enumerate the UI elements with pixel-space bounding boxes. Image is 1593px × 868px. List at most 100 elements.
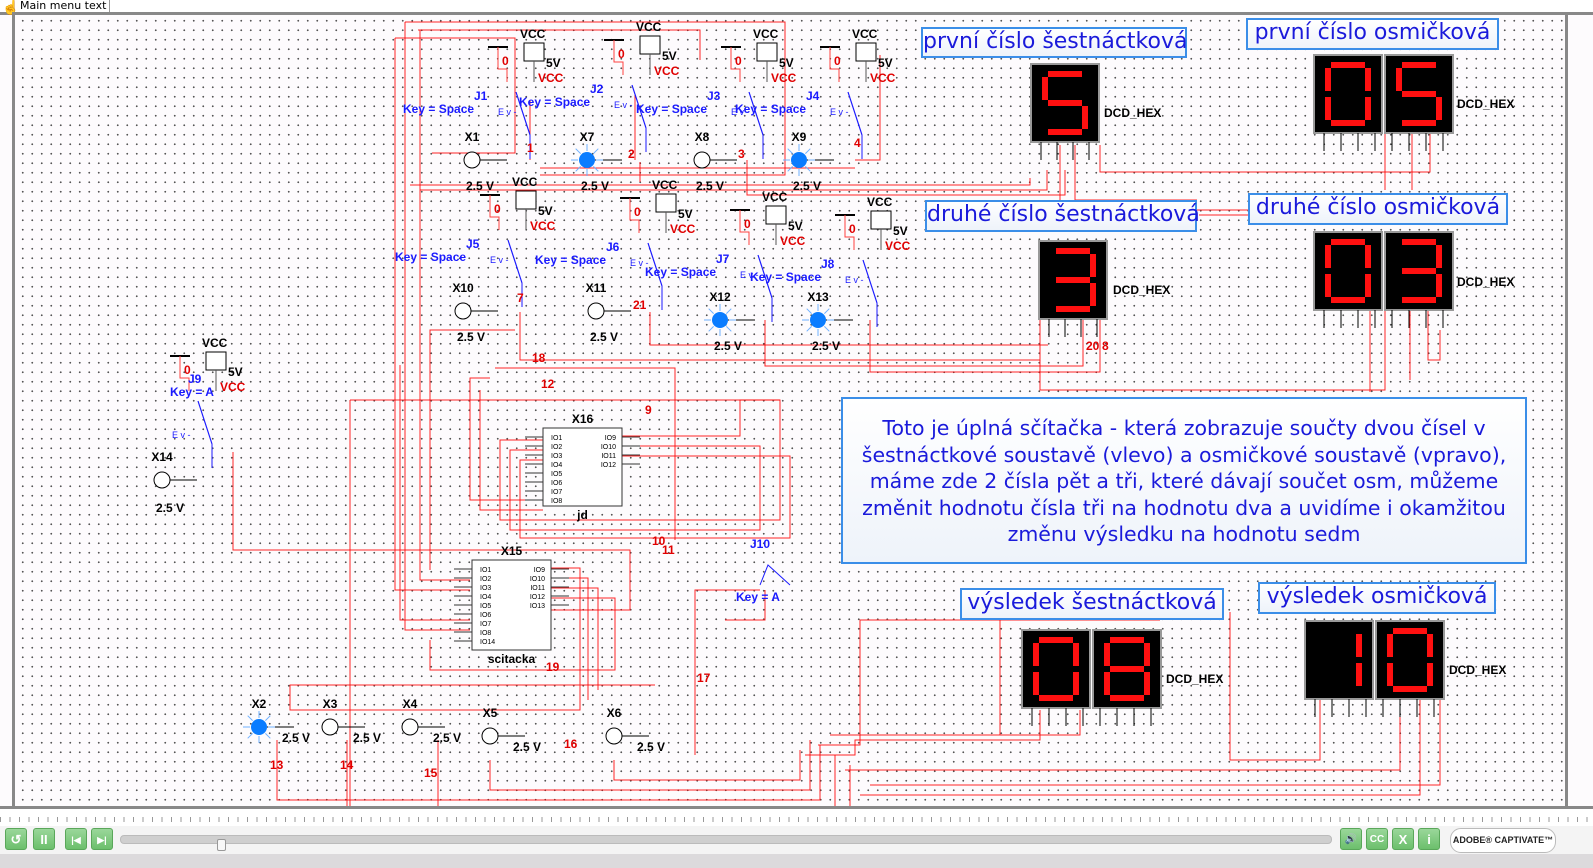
switch-blade — [197, 400, 213, 445]
probe-icon — [401, 718, 419, 736]
switch-key-label: Key = A — [170, 385, 214, 399]
pin-label: IO10 — [530, 576, 545, 583]
probe-x4[interactable]: X4 2.5 V — [401, 697, 461, 745]
net-label: 12 — [541, 377, 555, 391]
description-box: Toto je úplná sčítačka - která zobrazuje… — [841, 397, 1527, 564]
label-oct-result: výsledek osmičková — [1258, 582, 1496, 614]
probe-id: X10 — [452, 281, 474, 295]
info-button[interactable]: i — [1418, 828, 1440, 850]
chip-x15[interactable]: X15 scitacka IO1 IO2 IO3 IO4 IO5 IO6 IO7 IO8 IO14 I… — [454, 544, 569, 666]
probe-voltage: 2.5 V — [590, 330, 618, 344]
forward-button[interactable]: ▶| — [91, 828, 113, 850]
glow-ray — [787, 148, 793, 154]
probe-x3[interactable]: X3 2.5 V — [321, 697, 381, 745]
probe-x14[interactable]: X14 2.5 V — [151, 450, 197, 515]
voltage-label: 5V — [662, 49, 677, 63]
switch-mark: E v - — [498, 107, 517, 117]
ground-net-label: 0 — [494, 202, 501, 216]
wire — [399, 365, 470, 621]
progress-thumb[interactable] — [217, 839, 226, 851]
probe-id: X9 — [792, 130, 807, 144]
wire — [551, 587, 599, 690]
wire — [805, 710, 1041, 756]
cc-button[interactable]: CC — [1366, 828, 1388, 850]
bottom-strip — [0, 854, 1593, 868]
pin-label: IO7 — [551, 489, 562, 496]
vcc-net-label: VCC — [654, 64, 680, 78]
vcc-label: VCC — [520, 27, 546, 41]
switch-j9[interactable]: VCC5V0VCCJ9Key = AE v - — [170, 336, 246, 468]
switch-j10[interactable]: J10 Key = A — [736, 537, 791, 604]
display-type-label: DCD_HEX — [1104, 106, 1161, 120]
probe-x10[interactable]: X10 2.5 V — [452, 281, 498, 344]
top-ruler: ☝ Main menu text — [0, 0, 1593, 15]
probe-id: X8 — [695, 130, 710, 144]
probe-x8[interactable]: X8 2.5 V — [693, 130, 737, 193]
probe-x13[interactable]: X13 2.5 V — [802, 290, 853, 353]
probe-x5[interactable]: X5 2.5 V — [481, 706, 541, 754]
vcc-source-icon — [639, 35, 661, 55]
chip-x16[interactable]: X16 jd IO1 IO2 IO3 IO4 IO5 IO6 IO7 IO8 IO9 IO10 IO11… — [525, 412, 640, 522]
pin-label: IO4 — [551, 462, 562, 469]
wire — [830, 710, 1081, 736]
voltage-label: 5V — [788, 219, 803, 233]
close-button[interactable]: X — [1392, 828, 1414, 850]
switch-id: J9 — [188, 372, 202, 386]
net-label: 19 — [546, 660, 560, 674]
probe-x2[interactable]: X2 2.5 V — [243, 697, 310, 745]
display-type-label: DCD_HEX — [1457, 97, 1514, 111]
ground-net-label: 0 — [618, 47, 625, 61]
progress-slider[interactable] — [120, 835, 1332, 851]
rewind-button[interactable]: ↺ — [5, 828, 27, 850]
net-label: 21 — [633, 298, 647, 312]
back-button[interactable]: |◀ — [65, 828, 87, 850]
audio-button[interactable]: 🔊 — [1340, 828, 1362, 850]
switch-key-label: Key = Space — [535, 253, 606, 267]
probe-x7[interactable]: X7 2.5 V — [571, 130, 622, 193]
probe-icon — [454, 302, 472, 320]
probe-x1[interactable]: X1 2.5 V — [463, 130, 507, 193]
switch-id: J1 — [474, 89, 488, 103]
voltage-label: 5V — [546, 56, 561, 70]
pin-label: IO4 — [480, 594, 491, 601]
net-label: 20 — [1086, 339, 1100, 353]
glow-ray — [247, 715, 253, 721]
wire — [649, 312, 1048, 346]
switch-mark: E v - — [490, 255, 509, 265]
main-menu-text[interactable]: Main menu text — [20, 0, 111, 12]
probe-voltage: 2.5 V — [714, 339, 742, 353]
vcc-source-icon — [855, 42, 877, 62]
probe-id: X4 — [403, 697, 418, 711]
pin-label: IO7 — [480, 621, 491, 628]
vcc-net-label: VCC — [771, 71, 797, 85]
vcc-net-label: VCC — [220, 380, 246, 394]
label-hex-result: výsledek šestnáctková — [960, 588, 1224, 620]
probe-x9[interactable]: X9 2.5 V — [783, 130, 834, 193]
probe-id: X3 — [323, 697, 338, 711]
glow-ray — [787, 166, 793, 172]
vcc-source-icon — [655, 193, 677, 213]
probe-x12[interactable]: X12 2.5 V — [704, 290, 755, 353]
pin-label: IO1 — [480, 567, 491, 574]
probe-x6[interactable]: X6 2.5 V — [605, 706, 665, 754]
pause-button[interactable]: II — [33, 828, 55, 850]
switch-j5[interactable]: VCC5V0VCCJ5Key = Space E v - — [395, 175, 556, 307]
probe-x11[interactable]: X11 2.5 V — [586, 281, 631, 344]
net-label: 14 — [340, 758, 354, 772]
label-hex-second: druhé číslo šestnáctková — [925, 200, 1200, 232]
vcc-label: VCC — [202, 336, 228, 350]
probe-id: X5 — [483, 706, 498, 720]
probe-voltage: 2.5 V — [353, 731, 381, 745]
pin-label: IO10 — [601, 444, 616, 451]
vcc-label: VCC — [636, 20, 662, 34]
switch-j6[interactable]: VCC5V0VCCJ6Key = Space E v - — [535, 178, 696, 310]
switch-key-label: Key = Space — [395, 250, 466, 264]
probe-icon — [321, 718, 339, 736]
ground-net-label: 0 — [634, 205, 641, 219]
glow-ray — [593, 166, 599, 172]
switch-j1[interactable]: VCC5V0VCCJ1Key = Space E v - — [403, 27, 564, 159]
vcc-label: VCC — [512, 175, 538, 189]
probe-id: X13 — [807, 290, 829, 304]
display-type-label: DCD_HEX — [1166, 672, 1223, 686]
probe-id: X14 — [151, 450, 173, 464]
